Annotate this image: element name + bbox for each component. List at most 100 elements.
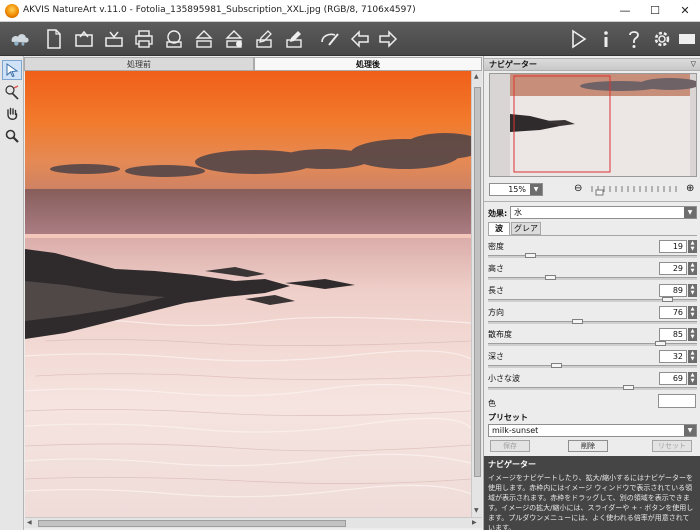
scroll-down-icon[interactable]: ▼	[474, 507, 479, 514]
color-swatch[interactable]	[658, 394, 696, 408]
zoom-value: 15%	[508, 185, 526, 194]
slider-knob[interactable]	[525, 253, 536, 258]
main-toolbar	[0, 22, 700, 56]
print-icon[interactable]	[132, 27, 156, 51]
param-value-field[interactable]: 76	[659, 306, 687, 319]
param-slider[interactable]	[488, 255, 697, 258]
slider-knob[interactable]	[655, 341, 666, 346]
spin-button[interactable]: ▲ ▼	[688, 284, 697, 297]
param-label: 方向	[488, 308, 504, 317]
scroll-left-icon[interactable]: ◀	[27, 519, 32, 526]
param-density: 密度 19 ▲ ▼	[488, 239, 697, 261]
param-slider[interactable]	[488, 387, 697, 390]
window-title: AKVIS NatureArt v.11.0 - Fotolia_1358959…	[23, 5, 416, 15]
effect-value: 水	[514, 208, 522, 217]
param-height: 高さ 29 ▲ ▼	[488, 261, 697, 283]
slider-knob[interactable]	[623, 385, 634, 390]
horizontal-scroll-thumb[interactable]	[38, 520, 346, 527]
preset-value: milk-sunset	[492, 426, 539, 435]
zoom-field[interactable]: 15% ▼	[489, 183, 543, 196]
effect-select[interactable]: 水 ▼	[510, 206, 697, 219]
image-canvas[interactable]	[25, 71, 471, 517]
share-icon[interactable]	[162, 27, 186, 51]
edit-icon[interactable]	[282, 27, 306, 51]
new-file-icon[interactable]	[42, 27, 66, 51]
close-button[interactable]: ✕	[670, 0, 700, 22]
import-icon[interactable]	[252, 27, 276, 51]
param-small-waves: 小さな波 69 ▲ ▼	[488, 371, 697, 393]
zoom-out-icon[interactable]: ⊖	[574, 184, 582, 194]
param-value-field[interactable]: 85	[659, 328, 687, 341]
param-value-field[interactable]: 29	[659, 262, 687, 275]
settings-icon[interactable]	[650, 27, 674, 51]
param-label: 深さ	[488, 352, 504, 361]
spin-button[interactable]: ▲ ▼	[688, 240, 697, 253]
help-icon[interactable]	[622, 27, 646, 51]
param-label: 小さな波	[488, 374, 520, 383]
divider	[484, 201, 700, 202]
zoom-dropdown-icon[interactable]: ▼	[530, 184, 542, 195]
background-icon[interactable]	[675, 27, 699, 51]
tab-before[interactable]: 処理前	[24, 57, 254, 71]
param-value-field[interactable]: 32	[659, 350, 687, 363]
param-value-field[interactable]: 69	[659, 372, 687, 385]
akvis-app-icon	[5, 4, 19, 18]
reset-preset-button[interactable]: リセット	[652, 440, 692, 452]
effect-dropdown-icon[interactable]: ▼	[684, 207, 696, 218]
param-slider[interactable]	[488, 277, 697, 280]
spin-button[interactable]: ▲ ▼	[688, 306, 697, 319]
save-preset-button[interactable]: 保存	[490, 440, 530, 452]
redo-icon[interactable]	[376, 27, 400, 51]
vertical-scrollbar[interactable]: ▲ ▼	[471, 71, 482, 517]
param-value-field[interactable]: 89	[659, 284, 687, 297]
scroll-right-icon[interactable]: ▶	[472, 519, 477, 526]
save-file-icon[interactable]	[102, 27, 126, 51]
open-file-icon[interactable]	[72, 27, 96, 51]
brush-icon[interactable]	[318, 27, 342, 51]
param-slider[interactable]	[488, 365, 697, 368]
param-slider[interactable]	[488, 321, 697, 324]
tab-glare[interactable]: グレア	[511, 222, 541, 235]
tab-wave[interactable]: 波	[488, 222, 510, 235]
run-icon[interactable]	[566, 27, 590, 51]
zoom-tool-icon[interactable]	[2, 126, 22, 146]
vertical-scroll-thumb[interactable]	[474, 87, 481, 477]
param-value-field[interactable]: 19	[659, 240, 687, 253]
spin-button[interactable]: ▲ ▼	[688, 262, 697, 275]
horizontal-scrollbar[interactable]: ◀ ▶	[25, 517, 482, 528]
scroll-up-icon[interactable]: ▲	[474, 73, 479, 80]
param-label: 長さ	[488, 286, 504, 295]
spin-button[interactable]: ▲ ▼	[688, 350, 697, 363]
view-tabs: 処理前 処理後	[24, 57, 482, 71]
tab-after[interactable]: 処理後	[254, 57, 482, 71]
slider-knob[interactable]	[662, 297, 673, 302]
select-tool-icon[interactable]	[2, 60, 22, 80]
delete-preset-button[interactable]: 削除	[568, 440, 608, 452]
navigator-preview[interactable]	[489, 73, 697, 177]
minimize-button[interactable]: —	[610, 0, 640, 22]
title-bar: AKVIS NatureArt v.11.0 - Fotolia_1358959…	[0, 0, 700, 22]
collapse-icon[interactable]: ▽	[691, 59, 696, 70]
zoom-in-icon[interactable]: ⊕	[686, 184, 694, 194]
info-icon[interactable]	[594, 27, 618, 51]
settings-panel: ナビゲーター ▽ 15% ▼ ⊖ ⊕ 効果: 水 ▼ 波 グレア 密度 19 ▲…	[483, 56, 700, 530]
effect-label: 効果:	[488, 209, 508, 218]
spin-button[interactable]: ▲ ▼	[688, 328, 697, 341]
maximize-button[interactable]: ☐	[640, 0, 670, 22]
param-direction: 方向 76 ▲ ▼	[488, 305, 697, 327]
export-icon[interactable]	[222, 27, 246, 51]
batch-icon[interactable]	[192, 27, 216, 51]
undo-icon[interactable]	[348, 27, 372, 51]
param-label: 散布度	[488, 330, 512, 339]
slider-knob[interactable]	[551, 363, 562, 368]
app-logo-icon[interactable]	[5, 27, 35, 51]
preset-select[interactable]: milk-sunset ▼	[488, 424, 697, 437]
preset-title: プリセット	[488, 413, 528, 422]
slider-knob[interactable]	[572, 319, 583, 324]
brush-tool-icon[interactable]	[2, 82, 22, 102]
hand-tool-icon[interactable]	[2, 104, 22, 124]
zoom-slider[interactable]	[571, 183, 684, 196]
slider-knob[interactable]	[545, 275, 556, 280]
spin-button[interactable]: ▲ ▼	[688, 372, 697, 385]
preset-dropdown-icon[interactable]: ▼	[684, 425, 696, 436]
